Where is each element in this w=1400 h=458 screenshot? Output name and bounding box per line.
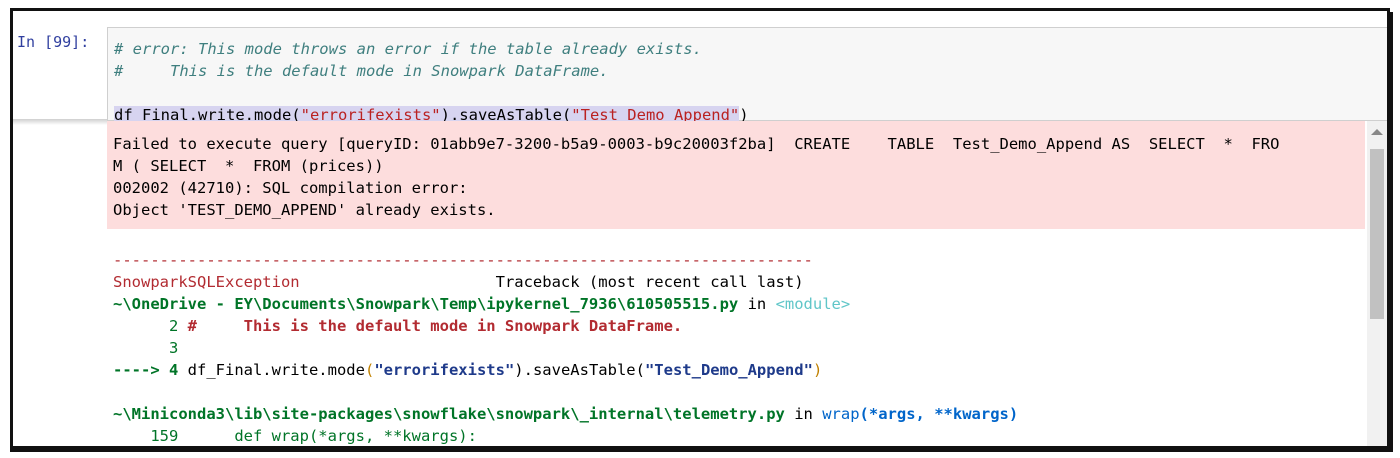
- traceback-file-2: ~\Miniconda3\lib\site-packages\snowflake…: [113, 405, 785, 423]
- cell-prompt: In [99]:: [17, 33, 90, 51]
- notebook-frame: In [99]: # error: This mode throws an er…: [10, 8, 1390, 449]
- traceback-frame-2: ~\Miniconda3\lib\site-packages\snowflake…: [113, 405, 1018, 423]
- line-code-2: # This is the default mode in Snowpark D…: [187, 317, 683, 335]
- in-word-1: in: [738, 295, 776, 313]
- error-line-3: 002002 (42710): SQL compilation error:: [113, 179, 468, 197]
- scrollbar-thumb[interactable]: [1370, 149, 1384, 319]
- cell-output[interactable]: Failed to execute query [queryID: 01abb9…: [107, 121, 1365, 446]
- scroll-up-arrow-icon[interactable]: [1371, 129, 1383, 135]
- line-number-3: 3: [113, 339, 179, 357]
- traceback-label: Traceback (most recent call last): [299, 273, 804, 291]
- line4-paren: (: [364, 361, 375, 379]
- line4-string-mode: "errorifexists": [374, 361, 515, 379]
- in-word-2: in: [784, 405, 823, 423]
- traceback-line-4: ----> 4 df_Final.write.mode("errorifexis…: [113, 361, 822, 379]
- traceback-line-159: 159 def wrap(*args, **kwargs):: [113, 427, 477, 445]
- frame-shadow-bottom: [10, 446, 1390, 452]
- traceback-func-2: wrap: [822, 405, 860, 423]
- code-comment-line-2: # This is the default mode in Snowpark D…: [114, 62, 609, 80]
- error-arrow: ----> 4: [113, 361, 188, 379]
- cell-shadow: [13, 119, 107, 125]
- line4-string-table: "Test_Demo_Append": [644, 361, 813, 379]
- error-line-4: Object 'TEST_DEMO_APPEND' already exists…: [113, 201, 496, 219]
- error-line-1: Failed to execute query [queryID: 01abb9…: [113, 135, 1280, 153]
- traceback-frame-1: ~\OneDrive - EY\Documents\Snowpark\Temp\…: [113, 295, 850, 313]
- traceback-module: <module>: [775, 295, 851, 313]
- line4-method: ).saveAsTable(: [514, 361, 645, 379]
- traceback-separator: ----------------------------------------…: [113, 251, 813, 269]
- line4-paren-close: ): [812, 361, 823, 379]
- line4-call: df_Final.write.mode: [187, 361, 365, 379]
- line-number-2: 2: [113, 317, 188, 335]
- traceback-line-3: 3: [113, 339, 178, 357]
- traceback-file-1: ~\OneDrive - EY\Documents\Snowpark\Temp\…: [113, 295, 739, 313]
- frame-shadow-right: [1387, 12, 1393, 452]
- code-comment-line-1: # error: This mode throws an error if th…: [114, 40, 702, 58]
- error-line-2: M ( SELECT * FROM (prices)): [113, 157, 384, 175]
- output-scrollbar[interactable]: [1367, 121, 1387, 446]
- code-cell-input[interactable]: # error: This mode throws an error if th…: [107, 27, 1387, 124]
- exception-name: SnowparkSQLException: [113, 273, 300, 291]
- error-message-box: Failed to execute query [queryID: 01abb9…: [107, 121, 1365, 229]
- traceback-header: SnowparkSQLException Traceback (most rec…: [113, 273, 804, 291]
- traceback-func-2-args: (*args, **kwargs): [859, 405, 1019, 423]
- traceback-line-2: 2 # This is the default mode in Snowpark…: [113, 317, 682, 335]
